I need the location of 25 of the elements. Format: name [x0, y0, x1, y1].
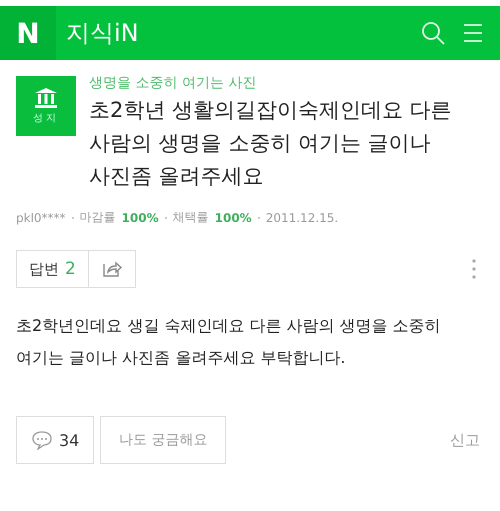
stat-value: 100% [214, 210, 252, 224]
question-title: 초2학년 생활의길잡이숙제인데요 다른 사람의 생명을 소중히 여기는 글이나 사진좀 올려주세요 [89, 97, 453, 190]
user-id[interactable]: pkl0**** [16, 210, 66, 224]
report-link[interactable]: 신고 [450, 430, 480, 450]
speech-bubble-icon [31, 430, 53, 450]
question-body: 초2학년인데요 생길 숙제인데요 다른 사람의 생명을 소중히 여기는 글이나 사진좀 올려주세요 부탁합니다. [16, 315, 442, 369]
post-date: 2011.12.15. [266, 210, 338, 224]
stat-value: 100% [122, 210, 159, 224]
badge-label: 성지 [33, 112, 59, 124]
more-icon[interactable] [472, 259, 476, 279]
share-button[interactable] [88, 250, 136, 288]
answers-button[interactable]: 답변 2 [16, 250, 89, 288]
app-title[interactable]: 지식iN [66, 17, 406, 49]
curious-button[interactable]: 나도 궁금해요 [100, 416, 226, 464]
comments-button[interactable]: 34 [16, 416, 94, 464]
building-icon [35, 88, 57, 108]
logo[interactable]: N [0, 6, 56, 60]
separator-dot [72, 216, 74, 218]
stat-label: 마감률 [80, 209, 116, 226]
separator-dot [258, 216, 260, 218]
stat-label: 채택률 [172, 209, 209, 226]
search-icon[interactable] [420, 20, 446, 46]
share-icon [100, 260, 123, 278]
separator-dot [164, 216, 167, 218]
category-link[interactable]: 생명을 소중히 여기는 사진 [89, 74, 479, 92]
